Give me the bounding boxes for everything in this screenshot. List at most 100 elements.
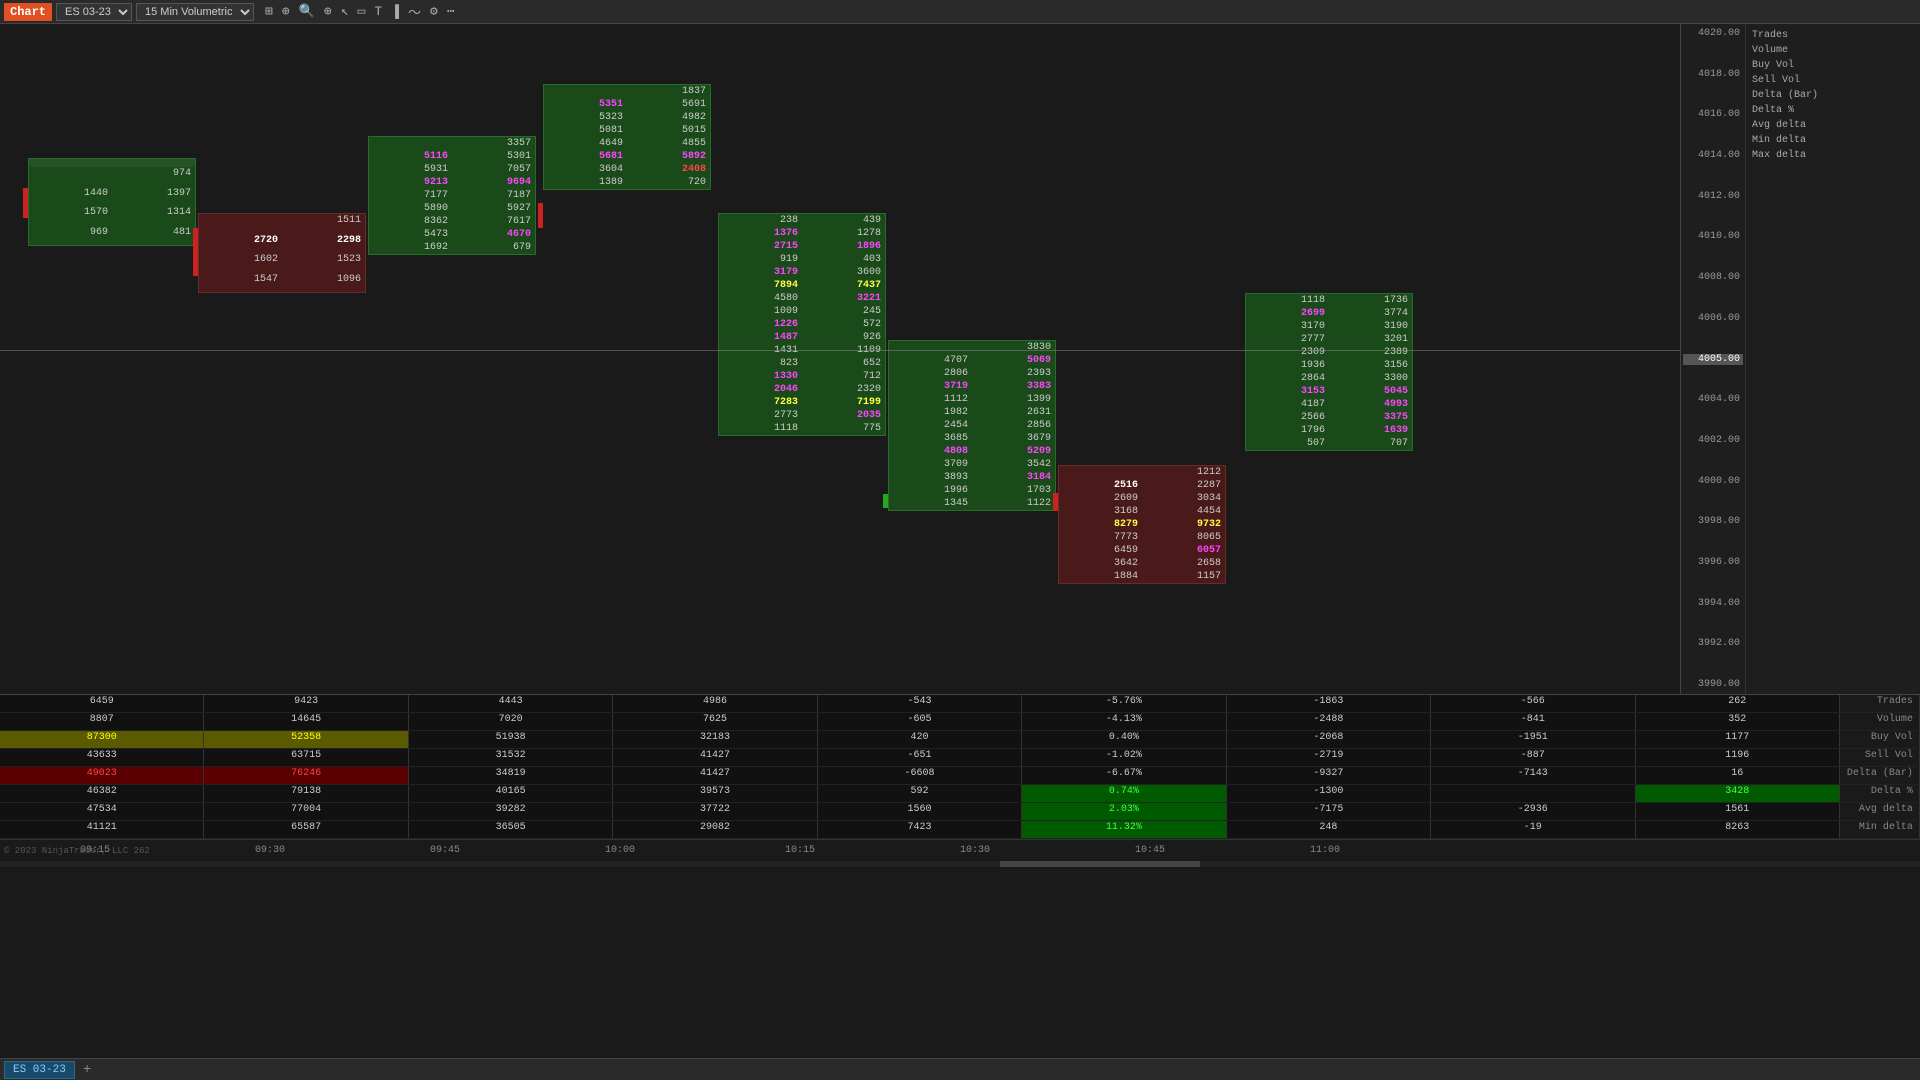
data-cell: 65587 [204, 821, 408, 838]
price-level: 4000.00 [1683, 476, 1743, 487]
data-cell: -5.76% [1022, 695, 1226, 712]
data-cell: 9423 [204, 695, 408, 712]
rect-icon[interactable]: ▭ [355, 3, 369, 20]
topbar: Chart ES 03-23 15 Min Volumetric ⊞ ⊕ 🔍 ⊕… [0, 0, 1920, 24]
data-cell: 1196 [1636, 749, 1840, 766]
candle-edge-red [538, 203, 543, 228]
data-cell: 41121 [0, 821, 204, 838]
data-cell: 46382 [0, 785, 204, 802]
toolbar-icons: ⊞ ⊕ 🔍 ⊕ ↖ ▭ T ▐ 〜 ⚙ ⋯ [262, 1, 458, 22]
price-level: 3998.00 [1683, 516, 1743, 527]
time-label: 10:30 [960, 845, 990, 856]
right-panel-label: Min delta [1748, 133, 1918, 148]
zoom-out-icon[interactable]: 🔍 [296, 3, 318, 20]
candle-block: 11181736 26993774 31703190 27773201 2309… [1245, 293, 1413, 451]
data-cell: 0.74% [1022, 785, 1226, 802]
data-cell: 63715 [204, 749, 408, 766]
more-icon[interactable]: ⋯ [444, 3, 458, 20]
data-cell: -1.02% [1022, 749, 1226, 766]
data-cell: 77004 [204, 803, 408, 820]
data-cell: 4986 [613, 695, 817, 712]
scrollbar-thumb[interactable] [1000, 861, 1200, 867]
data-cell: -566 [1431, 695, 1635, 712]
right-panel-label: Max delta [1748, 148, 1918, 163]
price-level: 4002.00 [1683, 435, 1743, 446]
data-row-delta-bar: 49023 76246 34819 41427 -6608 -6.67% -93… [0, 767, 1920, 785]
data-cell: -2936 [1431, 803, 1635, 820]
data-cell: -543 [818, 695, 1022, 712]
timeframe-dropdown[interactable]: 15 Min Volumetric [136, 3, 254, 21]
data-cell: 1561 [1636, 803, 1840, 820]
time-label: 10:15 [785, 845, 815, 856]
price-level: 4014.00 [1683, 150, 1743, 161]
tab-add-button[interactable]: + [79, 1062, 95, 1078]
time-label: 10:00 [605, 845, 635, 856]
data-cell: 8263 [1636, 821, 1840, 838]
data-cell: -841 [1431, 713, 1635, 730]
data-cell: -2068 [1227, 731, 1431, 748]
data-row-trades: 6459 9423 4443 4986 -543 -5.76% -1863 -5… [0, 695, 1920, 713]
price-level: 4012.00 [1683, 191, 1743, 202]
settings-icon[interactable]: ⚙ [427, 3, 441, 20]
data-cell: -605 [818, 713, 1022, 730]
price-level: 4004.00 [1683, 394, 1743, 405]
data-cell: 49023 [0, 767, 204, 784]
data-row-sellvol: 43633 63715 31532 41427 -651 -1.02% -271… [0, 749, 1920, 767]
data-cell: -9327 [1227, 767, 1431, 784]
row-label-delta-bar: Delta (Bar) [1840, 767, 1920, 784]
data-cell: 14645 [204, 713, 408, 730]
pointer-icon[interactable]: ↖ [338, 3, 352, 20]
data-row-volume: 8807 14645 7020 7625 -605 -4.13% -2488 -… [0, 713, 1920, 731]
data-cell: -2719 [1227, 749, 1431, 766]
data-cell: 41427 [613, 749, 817, 766]
data-cell: -1951 [1431, 731, 1635, 748]
instrument-dropdown[interactable]: ES 03-23 [56, 3, 132, 21]
price-level: 4018.00 [1683, 69, 1743, 80]
tab-es0323[interactable]: ES 03-23 [4, 1061, 75, 1079]
candle-edge-green [883, 494, 888, 508]
data-cell [1431, 785, 1635, 802]
wave-icon[interactable]: 〜 [405, 1, 424, 22]
data-cell: 0.40% [1022, 731, 1226, 748]
data-cell: 592 [818, 785, 1022, 802]
scrollbar-h[interactable] [0, 861, 1920, 867]
data-cell: 76246 [204, 767, 408, 784]
data-cell: 2.03% [1022, 803, 1226, 820]
bar-icon[interactable]: ▐ [388, 3, 402, 20]
candle-edge-red [193, 228, 198, 276]
row-label-min-delta: Min delta [1840, 821, 1920, 838]
crosshair-icon[interactable]: ⊕ [279, 3, 293, 20]
candle-block: 3357 51165301 59317057 9213 9694 7177718… [368, 136, 536, 255]
text-icon[interactable]: T [371, 3, 385, 20]
chart-label: Chart [4, 3, 52, 21]
time-label: 10:45 [1135, 845, 1165, 856]
bottom-data-table: 6459 9423 4443 4986 -543 -5.76% -1863 -5… [0, 694, 1920, 839]
price-level: 4006.00 [1683, 313, 1743, 324]
price-axis: 4020.00 4018.00 4016.00 4014.00 4012.00 … [1680, 24, 1745, 694]
price-level: 4016.00 [1683, 109, 1743, 120]
price-level: 3990.00 [1683, 679, 1743, 690]
data-cell: 420 [818, 731, 1022, 748]
candle-block: 238439 13761278 2715 1896 919403 3179360… [718, 213, 886, 436]
data-cell: 3428 [1636, 785, 1840, 802]
data-cell: 7625 [613, 713, 817, 730]
right-label-panel: Trades Volume Buy Vol Sell Vol Delta (Ba… [1745, 24, 1920, 694]
candle-block: 1212 25162287 26093034 31684454 8279 973… [1058, 465, 1226, 584]
chart-area[interactable]: 974 14401397 15701314 969481 1511 2720 2… [0, 28, 1680, 698]
price-line [0, 350, 1680, 351]
right-panel-label: Delta % [1748, 103, 1918, 118]
zoom-in-icon[interactable]: ⊕ [321, 3, 335, 20]
data-cell: 41427 [613, 767, 817, 784]
data-cell: -6608 [818, 767, 1022, 784]
data-row-avg-delta: 47534 77004 39282 37722 1560 2.03% -7175… [0, 803, 1920, 821]
price-level: 3994.00 [1683, 598, 1743, 609]
data-cell: -651 [818, 749, 1022, 766]
price-badge: 4005.00 [1683, 354, 1743, 365]
data-cell: 39282 [409, 803, 613, 820]
data-cell: 47534 [0, 803, 204, 820]
right-panel-label: Delta (Bar) [1748, 88, 1918, 103]
grid-icon[interactable]: ⊞ [262, 3, 276, 20]
right-panel-label: Trades [1748, 28, 1918, 43]
data-cell: -19 [1431, 821, 1635, 838]
price-level: 3992.00 [1683, 638, 1743, 649]
